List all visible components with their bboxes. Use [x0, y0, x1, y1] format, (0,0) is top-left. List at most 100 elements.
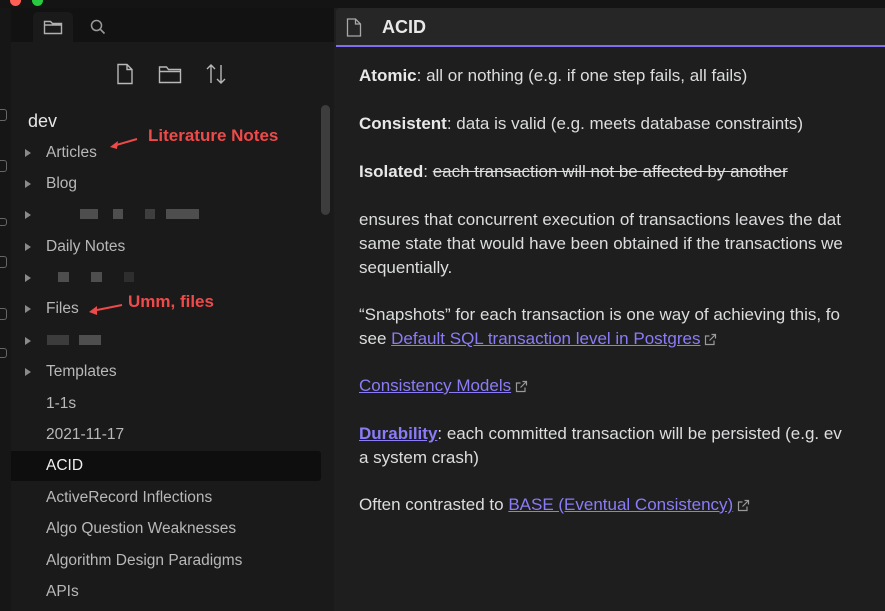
collapse-caret-icon: [25, 243, 31, 251]
external-link-icon: [516, 380, 528, 393]
folder-item-redacted[interactable]: [11, 200, 321, 230]
file-item-apis[interactable]: APIs: [11, 577, 321, 607]
file-explorer-sidebar: dev Articles Blog Daily Notes Files Temp…: [11, 8, 334, 611]
tab-search[interactable]: [78, 12, 118, 42]
folder-item-redacted[interactable]: [11, 326, 321, 356]
link-default-sql-transaction-level[interactable]: Default SQL transaction level in Postgre…: [391, 329, 700, 348]
tab-file-explorer[interactable]: [33, 12, 73, 42]
term-consistent: Consistent: [359, 114, 447, 133]
tree-item-label: Algorithm Design Paradigms: [46, 552, 243, 569]
ribbon-icon[interactable]: [0, 256, 7, 268]
tree-item-label: APIs: [46, 583, 79, 600]
paragraph-durability: Durability: each committed transaction w…: [359, 422, 842, 446]
paragraph-durability-line: a system crash): [359, 448, 479, 467]
file-item-activerecord-inflections[interactable]: ActiveRecord Inflections: [11, 483, 321, 513]
tree-item-label: Daily Notes: [46, 238, 126, 255]
collapse-caret-icon: [25, 274, 31, 282]
file-explorer-actions: [11, 62, 334, 86]
redacted-label: [47, 335, 69, 345]
new-folder-icon: [158, 66, 182, 84]
sidebar-tab-bar: [11, 8, 334, 42]
paragraph-consistency-models: Consistency Models: [359, 374, 528, 398]
document-icon: [346, 18, 362, 37]
consistent-text: : data is valid (e.g. meets database con…: [446, 114, 804, 133]
file-item-1-1s[interactable]: 1-1s: [11, 389, 321, 419]
atomic-text: : all or nothing (e.g. if one step fails…: [416, 66, 748, 85]
tree-item-label: 1-1s: [46, 395, 77, 412]
link-consistency-models[interactable]: Consistency Models: [359, 376, 511, 395]
see-text: see: [359, 329, 392, 348]
ribbon-icon[interactable]: [0, 160, 7, 172]
editor-tab-header: ACID: [336, 8, 885, 47]
folder-item-templates[interactable]: Templates: [11, 357, 321, 387]
tree-item-label: Templates: [46, 363, 117, 380]
collapse-caret-icon: [25, 180, 31, 188]
search-icon: [90, 19, 106, 35]
ribbon-icon[interactable]: [0, 348, 7, 358]
note-title[interactable]: ACID: [382, 17, 426, 38]
external-link-icon: [738, 499, 750, 512]
collapse-caret-icon: [25, 211, 31, 219]
ribbon-icon[interactable]: [0, 109, 7, 121]
sidebar-scrollbar[interactable]: [321, 105, 330, 215]
window-titlebar: [0, 0, 885, 8]
new-note-button[interactable]: [113, 62, 137, 86]
redacted-label: [91, 272, 102, 282]
link-durability[interactable]: Durability: [359, 424, 437, 443]
paragraph-consistent: Consistent: data is valid (e.g. meets da…: [359, 112, 803, 136]
file-item-acid[interactable]: ACID: [11, 451, 321, 481]
ribbon-icon[interactable]: [0, 218, 7, 226]
ribbon-icon[interactable]: [0, 308, 7, 320]
tree-item-label: Blog: [46, 175, 78, 192]
left-ribbon: [0, 8, 11, 611]
tree-item-label: Algo Question Weaknesses: [46, 520, 237, 537]
annotation-arrow-icon: [110, 138, 138, 149]
file-item-algo-question-weaknesses[interactable]: Algo Question Weaknesses: [11, 514, 321, 544]
file-item-algorithm-design-paradigms[interactable]: Algorithm Design Paradigms: [11, 546, 321, 576]
collapse-caret-icon: [25, 368, 31, 376]
redacted-label: [79, 335, 101, 345]
annotation-literature-notes: Literature Notes: [148, 126, 279, 145]
folder-item-blog[interactable]: Blog: [11, 169, 321, 199]
isolated-colon: :: [423, 162, 433, 181]
sort-icon: [206, 64, 226, 84]
annotation-files: Umm, files: [128, 292, 214, 311]
paragraph-contrast: Often contrasted to BASE (Eventual Consi…: [359, 493, 750, 517]
durability-text: : each committed transaction will be per…: [437, 424, 842, 443]
external-link-icon: [705, 333, 717, 346]
tree-item-label: ActiveRecord Inflections: [46, 489, 213, 506]
new-folder-button[interactable]: [158, 62, 182, 86]
isolated-strikethrough-text: each transaction will not be affected by…: [432, 162, 788, 181]
paragraph-ensures-line: sequentially.: [359, 258, 453, 277]
zoom-window-button[interactable]: [32, 0, 43, 6]
paragraph-ensures-line: ensures that concurrent execution of tra…: [359, 210, 841, 229]
file-item-2021-11-17[interactable]: 2021-11-17: [11, 420, 321, 450]
redacted-label: [80, 209, 98, 219]
editor-pane: ACID Atomic: all or nothing (e.g. if one…: [336, 8, 885, 611]
paragraph-ensures-line: same state that would have been obtained…: [359, 234, 843, 253]
contrast-text: Often contrasted to: [359, 495, 509, 514]
annotation-arrow-icon: [89, 304, 123, 315]
term-atomic: Atomic: [359, 66, 417, 85]
vault-name[interactable]: dev: [28, 111, 57, 132]
redacted-label: [145, 209, 155, 219]
folder-item-redacted[interactable]: [11, 263, 321, 293]
redacted-label: [166, 209, 199, 219]
redacted-label: [113, 209, 123, 219]
new-note-icon: [117, 63, 133, 85]
paragraph-snapshots-see: see Default SQL transaction level in Pos…: [359, 327, 717, 351]
sort-order-button[interactable]: [204, 62, 228, 86]
term-isolated: Isolated: [359, 162, 424, 181]
link-base-eventual-consistency[interactable]: BASE (Eventual Consistency): [508, 495, 733, 514]
folder-icon: [43, 20, 63, 35]
collapse-caret-icon: [25, 305, 31, 313]
paragraph-isolated: Isolated: each transaction will not be a…: [359, 160, 788, 184]
redacted-label: [124, 272, 134, 282]
redacted-label: [58, 272, 69, 282]
paragraph-snapshots-line: “Snapshots” for each transaction is one …: [359, 305, 840, 324]
folder-item-daily-notes[interactable]: Daily Notes: [11, 232, 321, 262]
close-window-button[interactable]: [10, 0, 21, 6]
collapse-caret-icon: [25, 149, 31, 157]
tree-item-label: 2021-11-17: [46, 426, 125, 443]
tree-item-label: Files: [46, 300, 79, 317]
